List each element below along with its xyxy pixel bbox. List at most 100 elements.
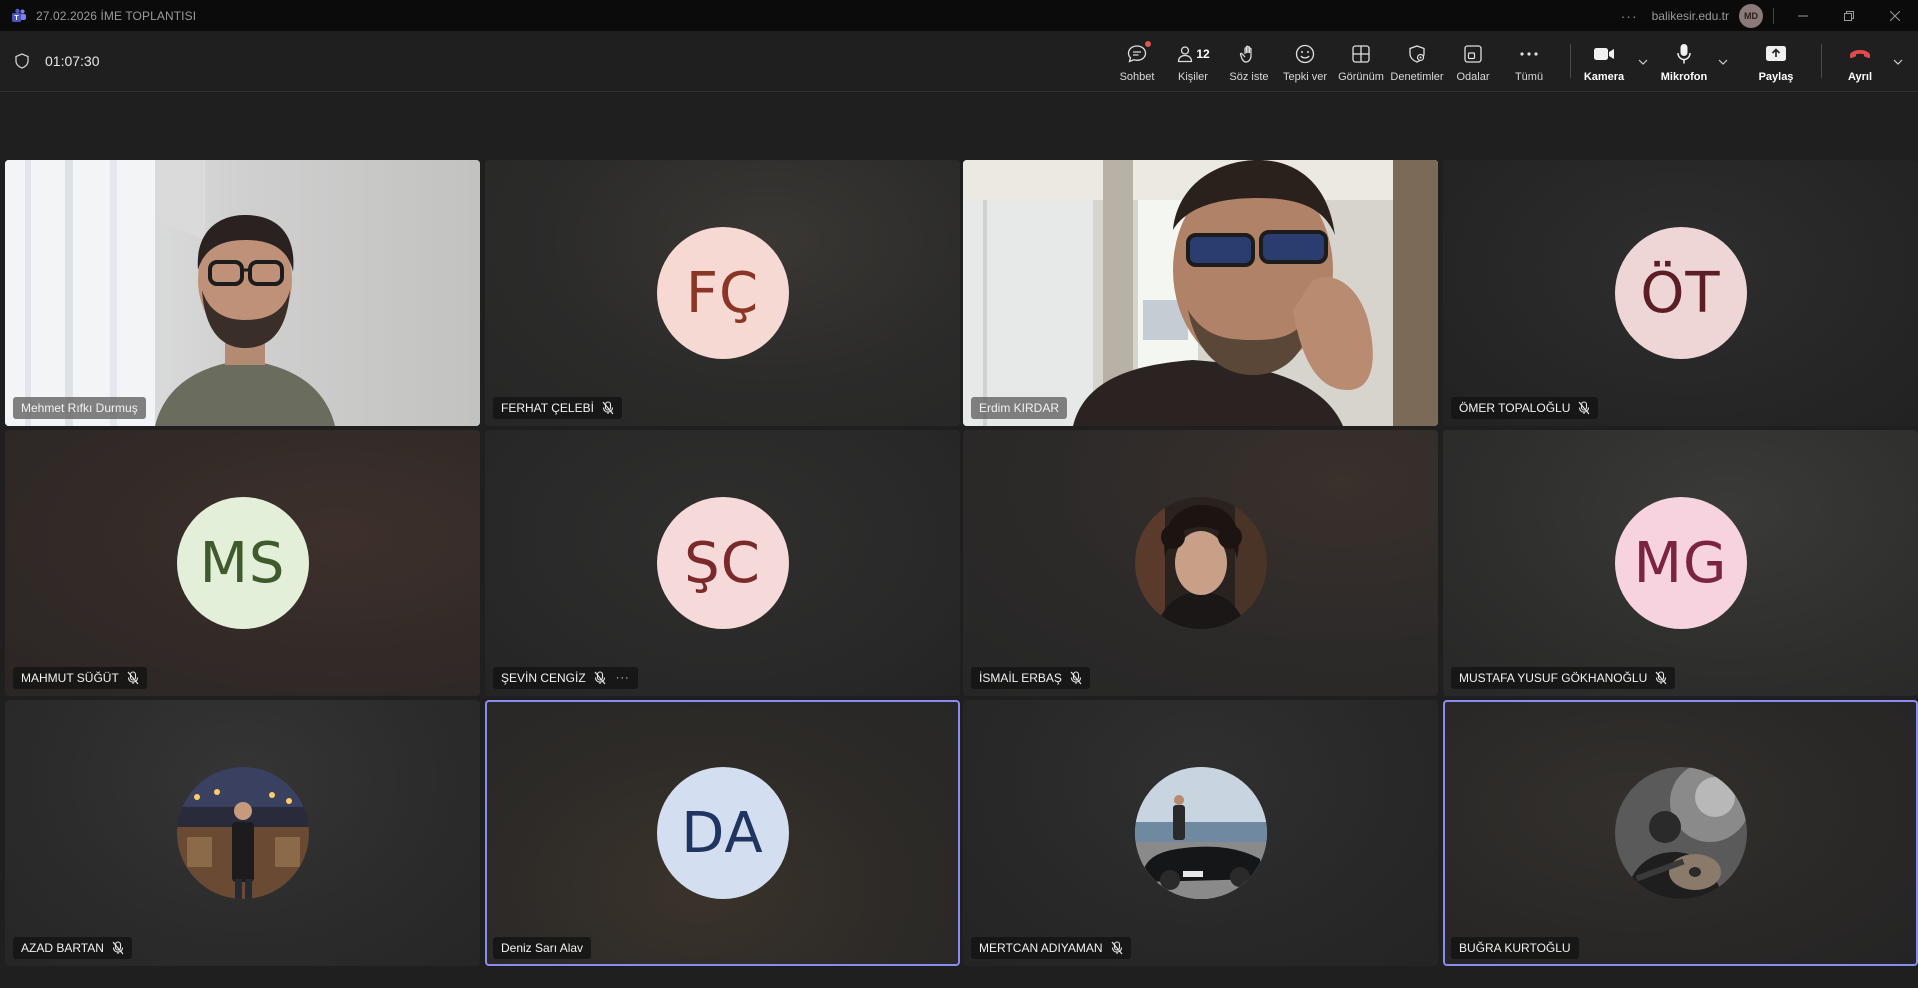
participant-name-tag: ŞEVİN CENGİZ ··· [493, 667, 638, 689]
participant-profile-photo [1614, 767, 1747, 899]
participant-initials-avatar: MS [176, 497, 309, 629]
participant-name: ÖMER TOPALOĞLU [1459, 401, 1571, 415]
controls-shield-icon [1407, 43, 1427, 65]
participant-tile[interactable]: ÖT ÖMER TOPALOĞLU [1443, 160, 1918, 426]
restore-icon [1844, 10, 1854, 21]
participant-name-tag: ÖMER TOPALOĞLU [1451, 397, 1599, 419]
camera-button[interactable]: Kamera [1575, 31, 1633, 92]
camera-options-chevron[interactable] [1633, 31, 1653, 92]
microphone-button[interactable]: Mikrofon [1655, 31, 1713, 92]
chevron-down-icon [1718, 59, 1728, 65]
view-button[interactable]: Görünüm [1333, 31, 1389, 92]
participant-name: İSMAİL ERBAŞ [979, 671, 1062, 685]
participant-tile-active-speaker[interactable]: DA Deniz Sarı Alav [485, 700, 960, 966]
minimize-button[interactable] [1780, 0, 1826, 31]
participant-name: MUSTAFA YUSUF GÖKHANOĞLU [1459, 671, 1648, 685]
participant-name-tag: MERTCAN ADIYAMAN [971, 937, 1131, 959]
participant-name: Erdim KIRDAR [979, 401, 1060, 415]
participant-name: Deniz Sarı Alav [501, 941, 584, 955]
participant-video-feed [963, 160, 1438, 426]
shield-icon [15, 53, 29, 74]
participant-more-button[interactable]: ··· [616, 672, 630, 684]
participant-tile[interactable]: MG MUSTAFA YUSUF GÖKHANOĞLU [1443, 430, 1918, 696]
meeting-timer: 01:07:30 [45, 53, 100, 69]
more-options-button[interactable]: ··· [1621, 8, 1638, 24]
raise-hand-button[interactable]: Söz iste [1221, 31, 1277, 92]
controls-button[interactable]: Denetimler [1389, 31, 1445, 92]
participant-name: MERTCAN ADIYAMAN [979, 941, 1103, 955]
participant-tile[interactable]: ŞC ŞEVİN CENGİZ ··· [485, 430, 960, 696]
participant-tile[interactable]: FÇ FERHAT ÇELEBİ [485, 160, 960, 426]
restore-button[interactable] [1826, 0, 1872, 31]
smiley-icon [1295, 43, 1315, 65]
people-icon [1178, 46, 1193, 63]
view-label: Görünüm [1338, 71, 1384, 83]
divider [1773, 7, 1774, 24]
participant-initials-avatar: ŞC [656, 497, 789, 629]
more-label: Tümü [1514, 71, 1544, 83]
participant-video-feed [5, 160, 480, 426]
participant-tile-video[interactable]: Erdim KIRDAR [963, 160, 1438, 426]
participant-name: MAHMUT SÜĞÜT [21, 671, 119, 685]
participant-tile-video[interactable]: Mehmet Rıfkı Durmuş [5, 160, 480, 426]
chat-button[interactable]: Sohbet [1109, 31, 1165, 92]
mic-muted-icon [112, 941, 124, 955]
microphone-options-chevron[interactable] [1713, 31, 1733, 92]
participant-tile[interactable]: MERTCAN ADIYAMAN [963, 700, 1438, 966]
chevron-down-icon [1638, 59, 1648, 65]
camera-label: Kamera [1583, 71, 1625, 83]
rooms-icon [1463, 43, 1483, 65]
participant-name-tag: MUSTAFA YUSUF GÖKHANOĞLU [1451, 667, 1676, 689]
title-bar: T 27.02.2026 İME TOPLANTISI ··· balikesi… [0, 0, 1918, 31]
participant-tile[interactable]: MS MAHMUT SÜĞÜT [5, 430, 480, 696]
participant-name-tag: MAHMUT SÜĞÜT [13, 667, 147, 689]
mic-muted-icon [1655, 671, 1667, 685]
people-label: Kişiler [1178, 71, 1208, 83]
svg-text:T: T [14, 15, 19, 22]
participant-name: FERHAT ÇELEBİ [501, 401, 594, 415]
more-actions-button[interactable]: Tümü [1501, 31, 1557, 92]
participant-name-tag: Deniz Sarı Alav [493, 937, 592, 959]
chat-label: Sohbet [1119, 71, 1155, 83]
participant-initials-avatar: ÖT [1614, 227, 1747, 359]
participant-name-tag: İSMAİL ERBAŞ [971, 667, 1090, 689]
participant-initials-avatar: MG [1614, 497, 1747, 629]
mic-muted-icon [1111, 941, 1123, 955]
share-button[interactable]: Paylaş [1747, 31, 1805, 92]
participant-name-tag: AZAD BARTAN [13, 937, 132, 959]
leave-label: Ayrıl [1847, 71, 1873, 83]
meeting-toolbar: 01:07:30 Sohbet 12 Kişiler Söz iste Tepk… [0, 31, 1918, 92]
participant-name-tag: Mehmet Rıfkı Durmuş [13, 397, 146, 419]
participant-profile-photo [1134, 497, 1267, 629]
participant-tile[interactable]: İSMAİL ERBAŞ [963, 430, 1438, 696]
participant-tile[interactable]: AZAD BARTAN [5, 700, 480, 966]
participant-tile-active-speaker[interactable]: BUĞRA KURTOĞLU [1443, 700, 1918, 966]
participant-profile-photo [1134, 767, 1267, 899]
rooms-button[interactable]: Odalar [1445, 31, 1501, 92]
leave-button[interactable]: Ayrıl [1832, 31, 1888, 92]
leave-options-chevron[interactable] [1888, 31, 1908, 92]
rooms-label: Odalar [1456, 71, 1490, 83]
grid-view-icon [1351, 43, 1371, 65]
participant-initials-avatar: FÇ [656, 227, 789, 359]
controls-label: Denetimler [1390, 71, 1444, 83]
react-label: Tepki ver [1282, 71, 1328, 83]
share-label: Paylaş [1758, 71, 1794, 83]
teams-logo-icon: T [11, 8, 27, 24]
hang-up-icon [1848, 43, 1872, 65]
mic-muted-icon [1070, 671, 1082, 685]
user-avatar[interactable]: MD [1739, 3, 1763, 28]
react-button[interactable]: Tepki ver [1277, 31, 1333, 92]
divider [1821, 44, 1822, 78]
raise-hand-label: Söz iste [1229, 71, 1269, 83]
participant-name: BUĞRA KURTOĞLU [1459, 941, 1571, 955]
share-icon [1765, 43, 1787, 65]
people-count: 12 [1196, 47, 1210, 61]
microphone-label: Mikrofon [1660, 71, 1708, 83]
divider [1570, 44, 1571, 78]
minimize-icon [1798, 15, 1808, 16]
mic-muted-icon [602, 401, 614, 415]
chat-icon [1126, 41, 1151, 65]
close-window-button[interactable] [1872, 0, 1918, 31]
people-button[interactable]: 12 Kişiler [1165, 31, 1221, 92]
